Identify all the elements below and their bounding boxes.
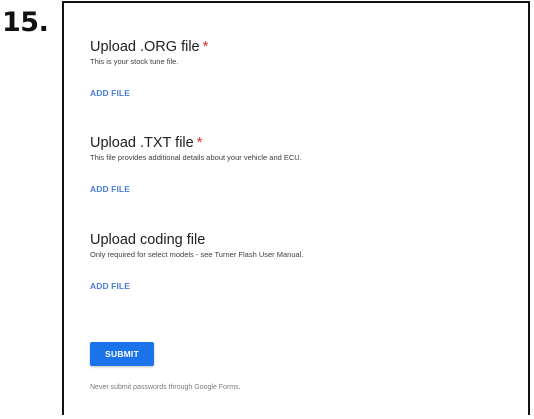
coding-file-title: Upload coding file bbox=[90, 232, 303, 249]
coding-file-description: Only required for select models - see Tu… bbox=[90, 250, 304, 259]
txt-file-title: Upload .TXT file * bbox=[90, 135, 302, 152]
org-file-title-text: Upload .ORG file bbox=[90, 39, 200, 55]
submit-button[interactable]: SUBMIT bbox=[90, 342, 154, 366]
txt-file-section: Upload .TXT file * This file provides add… bbox=[90, 135, 302, 163]
txt-add-file-button[interactable]: ADD FILE bbox=[90, 184, 130, 194]
step-number: 15. bbox=[2, 7, 49, 38]
org-add-file-button[interactable]: ADD FILE bbox=[90, 88, 130, 98]
txt-file-title-text: Upload .TXT file bbox=[90, 135, 194, 151]
coding-file-section: Upload coding file Only required for sel… bbox=[90, 232, 303, 260]
required-asterisk: * bbox=[196, 135, 203, 151]
required-asterisk: * bbox=[202, 39, 209, 55]
form-screenshot-frame: Upload .ORG file * This is your stock tun… bbox=[62, 1, 530, 415]
org-file-section: Upload .ORG file * This is your stock tun… bbox=[90, 39, 208, 67]
coding-add-file-button[interactable]: ADD FILE bbox=[90, 281, 130, 291]
coding-file-title-text: Upload coding file bbox=[90, 232, 206, 248]
txt-file-description: This file provides additional details ab… bbox=[90, 153, 302, 162]
org-file-title: Upload .ORG file * bbox=[90, 39, 208, 56]
footer-note: Never submit passwords through Google Fo… bbox=[90, 384, 241, 391]
org-file-description: This is your stock tune file. bbox=[90, 57, 179, 66]
